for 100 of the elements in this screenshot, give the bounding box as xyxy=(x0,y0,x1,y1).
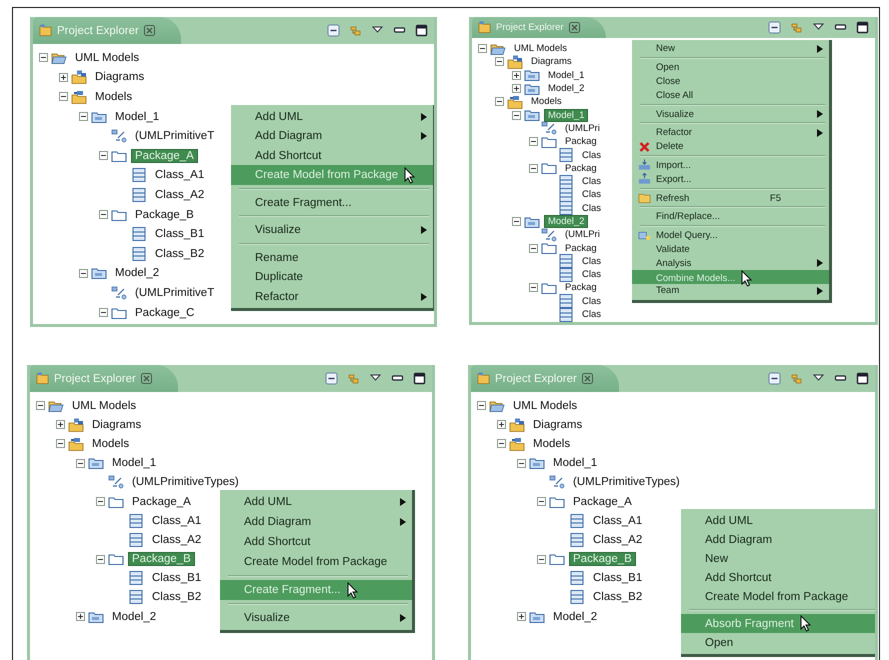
minus-toggle-icon[interactable] xyxy=(529,244,538,253)
plus-toggle-icon[interactable] xyxy=(76,612,85,622)
plus-toggle-icon[interactable] xyxy=(517,612,526,622)
tree-item[interactable]: Package_A xyxy=(569,494,636,509)
tree-item[interactable]: Diagrams xyxy=(529,418,586,432)
minus-toggle-icon[interactable] xyxy=(99,210,108,220)
menu-item[interactable]: Delete xyxy=(632,140,829,154)
menu-item[interactable]: New xyxy=(632,42,829,56)
plus-toggle-icon[interactable] xyxy=(56,420,65,430)
tree-item[interactable]: Model_2 xyxy=(108,610,160,624)
menu-item[interactable]: Refresh F5 xyxy=(632,191,829,205)
minus-toggle-icon[interactable] xyxy=(478,44,487,54)
maximize-icon[interactable] xyxy=(413,372,426,385)
tree-item[interactable]: Package_B xyxy=(128,552,195,566)
tree-item[interactable]: (UMLPri xyxy=(561,228,604,242)
tree-item[interactable]: Models xyxy=(529,436,574,451)
minus-toggle-icon[interactable] xyxy=(537,497,546,506)
tree-item[interactable]: Class_B1 xyxy=(589,571,646,586)
menu-item[interactable]: Visualize xyxy=(632,107,829,121)
maximize-icon[interactable] xyxy=(856,21,869,34)
collapse-all-icon[interactable] xyxy=(327,24,340,37)
menu-item[interactable]: Add UML xyxy=(231,106,433,126)
tree-item[interactable]: Packag xyxy=(561,135,601,148)
tree-item[interactable]: (UMLPri xyxy=(561,122,604,135)
minus-toggle-icon[interactable] xyxy=(39,53,48,62)
tree-item[interactable]: Model_1 xyxy=(544,108,588,122)
tree-item[interactable]: Diagrams xyxy=(527,55,576,68)
tree-item[interactable]: (UMLPrimitiveTypes) xyxy=(569,475,684,490)
minus-toggle-icon[interactable] xyxy=(96,497,105,506)
tree-item[interactable]: Model_2 xyxy=(549,610,602,624)
tree-item[interactable]: Class_B1 xyxy=(151,227,208,242)
tree-item[interactable]: Class_A1 xyxy=(151,168,208,182)
close-icon[interactable] xyxy=(582,373,593,384)
menu-item[interactable]: Open xyxy=(632,60,829,75)
tree-item[interactable]: Model_1 xyxy=(111,110,164,124)
plus-toggle-icon[interactable] xyxy=(512,70,521,80)
tree-item[interactable]: Clas xyxy=(578,268,606,282)
menu-item[interactable]: Visualize xyxy=(231,220,433,240)
tree-item[interactable]: Class_A1 xyxy=(589,514,646,528)
menu-item[interactable]: Team xyxy=(632,284,829,298)
tree-item[interactable]: Packag xyxy=(561,242,601,255)
tree-item[interactable]: UML Models xyxy=(510,42,571,56)
tree-item[interactable]: Package_C xyxy=(131,306,198,320)
minus-toggle-icon[interactable] xyxy=(79,112,88,122)
menu-item[interactable]: Analysis xyxy=(632,256,829,270)
menu-item[interactable]: Create Fragment... xyxy=(231,192,433,212)
tree-item[interactable]: Clas xyxy=(578,202,606,215)
minus-toggle-icon[interactable] xyxy=(537,554,546,564)
menu-item[interactable]: New xyxy=(681,549,875,568)
tree-item[interactable]: Model_2 xyxy=(111,266,164,280)
menu-item[interactable]: Rename xyxy=(231,248,433,268)
tree-item[interactable]: Diagrams xyxy=(88,418,146,432)
minus-toggle-icon[interactable] xyxy=(59,92,68,102)
tree-item[interactable]: Class_B2 xyxy=(151,246,208,261)
tree-item[interactable]: Models xyxy=(91,90,136,104)
menu-item[interactable]: Find/Replace... xyxy=(632,210,829,224)
minus-toggle-icon[interactable] xyxy=(512,217,521,226)
minus-toggle-icon[interactable] xyxy=(79,268,88,278)
tree-item[interactable]: Models xyxy=(88,436,134,451)
tree-item[interactable]: Class_A1 xyxy=(148,514,206,528)
tree-item[interactable]: Class_A2 xyxy=(148,532,206,547)
minus-toggle-icon[interactable] xyxy=(56,439,65,448)
menu-item[interactable]: Refactor xyxy=(231,286,433,306)
tree-item[interactable]: Model_1 xyxy=(108,456,160,470)
minus-toggle-icon[interactable] xyxy=(99,151,108,160)
menu-item[interactable]: Add Diagram xyxy=(220,512,412,532)
tree-item[interactable]: Models xyxy=(527,95,566,108)
tree-item[interactable]: Packag xyxy=(561,162,601,175)
plus-toggle-icon[interactable] xyxy=(512,84,521,94)
close-icon[interactable] xyxy=(144,25,155,36)
tree-item[interactable]: (UMLPrimitiveT xyxy=(131,286,218,300)
minus-toggle-icon[interactable] xyxy=(495,97,504,106)
minus-toggle-icon[interactable] xyxy=(76,458,85,468)
close-icon[interactable] xyxy=(140,373,152,384)
tree-item[interactable]: Package_B xyxy=(131,208,198,222)
tree-item[interactable]: Clas xyxy=(578,175,606,188)
tree-item[interactable]: Diagrams xyxy=(91,70,148,84)
tree-item[interactable]: Model_1 xyxy=(549,456,602,470)
tree-item[interactable]: Clas xyxy=(578,308,606,322)
tree-item[interactable]: Clas xyxy=(578,254,606,268)
menu-item[interactable]: Add Shortcut xyxy=(220,532,412,552)
menu-item[interactable]: Refactor xyxy=(632,126,829,140)
menu-item[interactable]: Export... xyxy=(632,172,829,186)
collapse-all-icon[interactable] xyxy=(325,372,338,385)
menu-item[interactable]: Create Model from Package xyxy=(220,552,412,572)
menu-item[interactable]: Validate xyxy=(632,242,829,256)
tree-item[interactable]: (UMLPrimitiveT xyxy=(131,129,218,144)
menu-item[interactable]: Add Shortcut xyxy=(681,568,875,588)
tree-item[interactable]: Package_A xyxy=(131,148,198,163)
minus-toggle-icon[interactable] xyxy=(477,401,486,410)
close-icon[interactable] xyxy=(568,22,580,33)
tree-item[interactable]: Class_B2 xyxy=(148,590,206,604)
minus-toggle-icon[interactable] xyxy=(36,401,45,410)
tree-item[interactable]: Model_1 xyxy=(544,68,588,82)
minus-toggle-icon[interactable] xyxy=(96,554,105,564)
tree-item[interactable]: Clas xyxy=(578,188,606,202)
tree-item[interactable]: UML Models xyxy=(68,398,140,413)
maximize-icon[interactable] xyxy=(415,24,428,37)
tree-item[interactable]: UML Models xyxy=(509,398,582,413)
menu-item[interactable]: Add UML xyxy=(220,492,412,512)
